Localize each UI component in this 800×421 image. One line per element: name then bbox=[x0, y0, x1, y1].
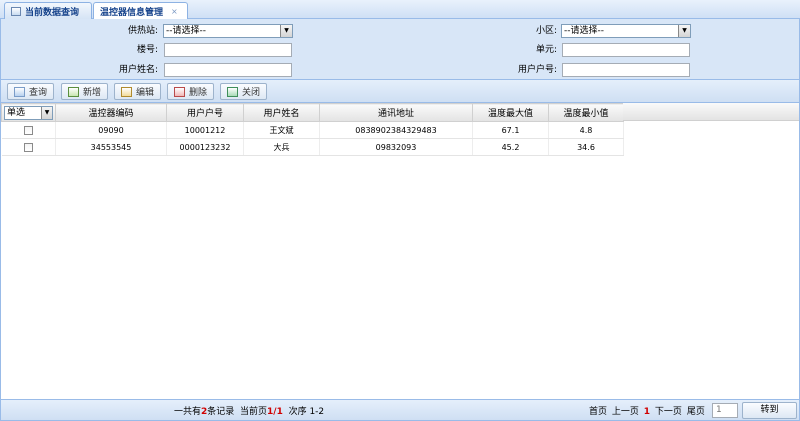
district-label: 小区: bbox=[535, 26, 557, 36]
table-icon bbox=[14, 86, 25, 97]
tab-current-data-query[interactable]: 当前数据查询 bbox=[4, 2, 92, 19]
last-page-link[interactable]: 尾页 bbox=[687, 407, 705, 417]
data-grid: 单选 ▼ 温控器编码 用户户号 用户姓名 通讯地址 温度最大值 温度最小值 09… bbox=[0, 103, 800, 399]
pager-links: 首页 上一页 1 下一页 尾页 bbox=[589, 404, 707, 417]
district-select-value: --请选择-- bbox=[564, 26, 604, 36]
row-checkbox[interactable] bbox=[23, 142, 33, 152]
table-cell: 大兵 bbox=[243, 138, 320, 156]
record-info: 一共有2条记录 当前页1/1 次序 1-2 bbox=[174, 404, 324, 417]
station-label: 供热站: bbox=[127, 26, 158, 36]
row-checkbox[interactable] bbox=[23, 125, 33, 135]
first-page-link[interactable]: 首页 bbox=[589, 407, 607, 417]
select-mode-value: 单选 bbox=[7, 107, 26, 118]
table-cell: 10001212 bbox=[166, 121, 244, 139]
account-label: 用户户号: bbox=[517, 65, 557, 75]
delete-icon bbox=[174, 86, 185, 97]
query-button-label: 查询 bbox=[29, 88, 48, 98]
table-cell: 4.8 bbox=[548, 121, 624, 139]
unit-input[interactable] bbox=[562, 43, 690, 57]
district-select[interactable]: --请选择-- ▼ bbox=[561, 24, 691, 38]
tab-bar: 当前数据查询 温控器信息管理 × bbox=[0, 0, 800, 20]
query-button[interactable]: 查询 bbox=[7, 83, 55, 100]
page-number[interactable]: 1 bbox=[644, 407, 650, 417]
chevron-down-icon: ▼ bbox=[678, 25, 690, 37]
column-header[interactable]: 通讯地址 bbox=[319, 103, 473, 122]
row-select-cell[interactable] bbox=[1, 138, 56, 156]
go-button[interactable]: 转到 bbox=[742, 402, 797, 419]
unit-label: 单元: bbox=[535, 45, 557, 55]
table-cell: 34553545 bbox=[55, 138, 167, 156]
edit-button-label: 编辑 bbox=[136, 88, 155, 98]
chevron-down-icon: ▼ bbox=[41, 106, 52, 119]
select-header[interactable]: 单选 ▼ bbox=[1, 103, 56, 122]
tab-label: 当前数据查询 bbox=[25, 7, 80, 18]
next-page-link[interactable]: 下一页 bbox=[655, 407, 682, 417]
station-select-value: --请选择-- bbox=[166, 26, 206, 36]
select-mode-dropdown[interactable]: 单选 ▼ bbox=[4, 105, 53, 120]
table-row[interactable]: 34553545 0000123232 大兵 09832093 45.2 34.… bbox=[1, 138, 624, 156]
toolbar: 查询 新增 编辑 删除 关闭 bbox=[0, 80, 800, 103]
close-button[interactable]: 关闭 bbox=[220, 83, 268, 100]
row-select-cell[interactable] bbox=[1, 121, 56, 139]
table-cell: 67.1 bbox=[472, 121, 549, 139]
order-text: 次序 1-2 bbox=[288, 407, 325, 417]
table-cell: 34.6 bbox=[548, 138, 624, 156]
delete-button-label: 删除 bbox=[189, 88, 208, 98]
username-label: 用户姓名: bbox=[118, 65, 158, 75]
page-input[interactable]: 1 bbox=[712, 403, 738, 418]
search-panel: 供热站: --请选择-- ▼ 小区: --请选择-- ▼ 楼号: 单元: 用户姓… bbox=[0, 19, 800, 80]
header-filler bbox=[623, 103, 799, 121]
column-header[interactable]: 温度最小值 bbox=[548, 103, 624, 122]
thermostat-table: 单选 ▼ 温控器编码 用户户号 用户姓名 通讯地址 温度最大值 温度最小值 09… bbox=[1, 103, 624, 156]
prev-page-link[interactable]: 上一页 bbox=[612, 407, 639, 417]
column-header[interactable]: 温度最大值 bbox=[472, 103, 549, 122]
current-page: 1/1 bbox=[267, 407, 283, 417]
close-button-label: 关闭 bbox=[242, 88, 261, 98]
tab-thermostat-management[interactable]: 温控器信息管理 × bbox=[93, 2, 188, 20]
table-cell: 王文斌 bbox=[243, 121, 320, 139]
username-input[interactable] bbox=[164, 63, 292, 77]
window-icon bbox=[11, 6, 21, 16]
table-header-row: 单选 ▼ 温控器编码 用户户号 用户姓名 通讯地址 温度最大值 温度最小值 bbox=[1, 103, 624, 122]
table-cell: 0838902384329483 bbox=[319, 121, 473, 139]
column-header[interactable]: 用户姓名 bbox=[243, 103, 320, 122]
tab-label: 温控器信息管理 bbox=[100, 8, 164, 18]
table-row[interactable]: 09090 10001212 王文斌 0838902384329483 67.1… bbox=[1, 121, 624, 139]
account-input[interactable] bbox=[562, 63, 690, 77]
add-icon bbox=[68, 86, 79, 97]
close-icon[interactable]: × bbox=[171, 7, 178, 16]
current-page-prefix: 当前页 bbox=[240, 407, 268, 417]
column-header[interactable]: 温控器编码 bbox=[55, 103, 167, 122]
table-cell: 0000123232 bbox=[166, 138, 244, 156]
chevron-down-icon: ▼ bbox=[280, 25, 292, 37]
add-button[interactable]: 新增 bbox=[61, 83, 109, 100]
total-suffix: 条记录 bbox=[207, 407, 235, 417]
add-button-label: 新增 bbox=[83, 88, 102, 98]
building-input[interactable] bbox=[164, 43, 292, 57]
pagination-bar: 一共有2条记录 当前页1/1 次序 1-2 首页 上一页 1 下一页 尾页 1 … bbox=[0, 399, 800, 421]
edit-icon bbox=[121, 86, 132, 97]
table-cell: 09090 bbox=[55, 121, 167, 139]
table-cell: 45.2 bbox=[472, 138, 549, 156]
exit-icon bbox=[227, 86, 238, 97]
edit-button[interactable]: 编辑 bbox=[114, 83, 162, 100]
total-prefix: 一共有 bbox=[174, 407, 202, 417]
station-select[interactable]: --请选择-- ▼ bbox=[163, 24, 293, 38]
table-cell: 09832093 bbox=[319, 138, 473, 156]
column-header[interactable]: 用户户号 bbox=[166, 103, 244, 122]
building-label: 楼号: bbox=[136, 45, 158, 55]
delete-button[interactable]: 删除 bbox=[167, 83, 215, 100]
